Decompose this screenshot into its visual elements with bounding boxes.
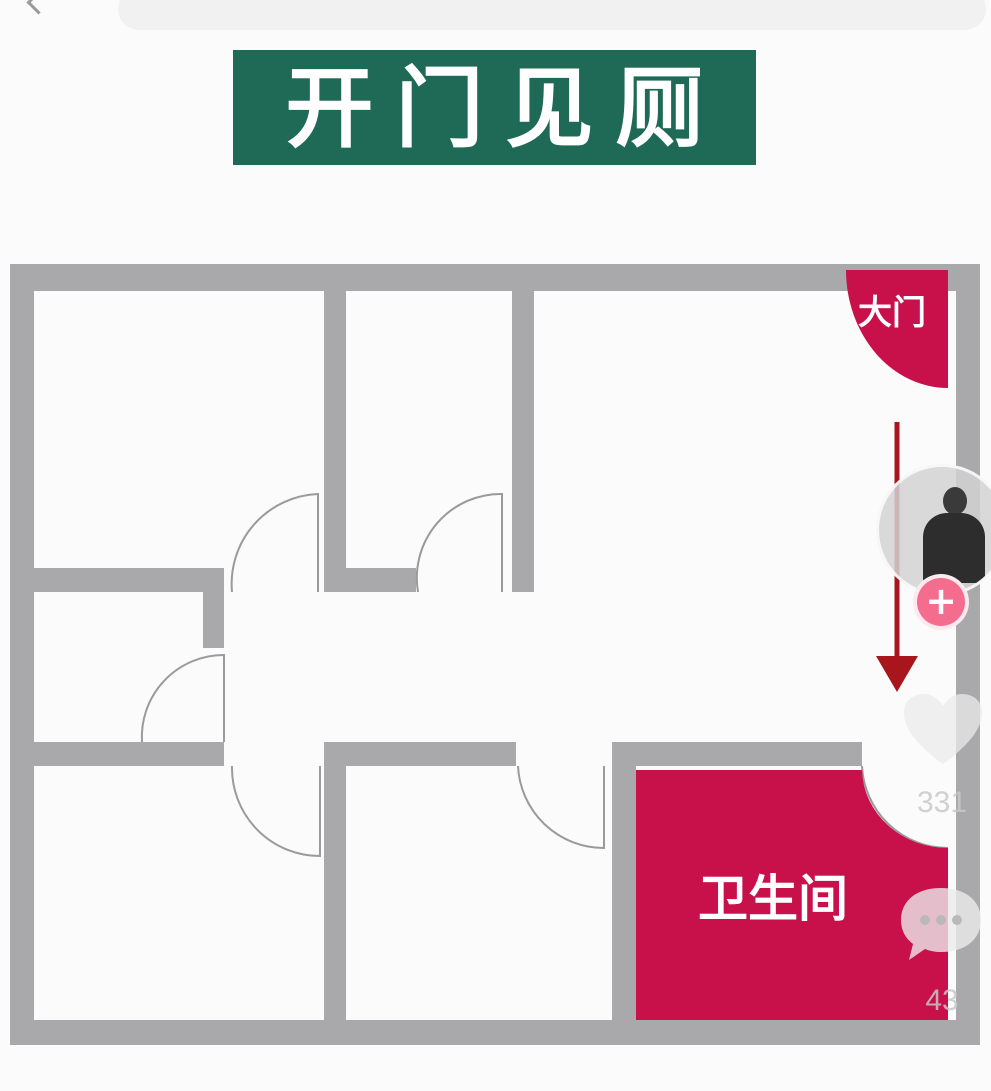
comment-dot bbox=[952, 915, 962, 925]
avatar-head bbox=[943, 487, 967, 515]
wall-segment bbox=[34, 568, 224, 592]
heart-icon[interactable] bbox=[900, 690, 986, 770]
video-screen: 开门见厕 大门 卫生间 + 331 43 bbox=[0, 0, 991, 1091]
wall-segment bbox=[34, 742, 224, 766]
avatar-body bbox=[923, 513, 985, 583]
door-arc bbox=[230, 765, 321, 858]
floor-plan: 大门 卫生间 bbox=[10, 264, 980, 1045]
comment-dot bbox=[920, 915, 930, 925]
wall-segment bbox=[324, 290, 346, 592]
wall-segment bbox=[612, 742, 636, 1022]
comment-icon[interactable] bbox=[897, 882, 985, 966]
wall-segment bbox=[203, 568, 224, 648]
door-arc bbox=[140, 653, 225, 743]
door-arc bbox=[415, 492, 503, 593]
bathroom-label: 卫生间 bbox=[698, 870, 848, 928]
heart-shape bbox=[904, 694, 982, 764]
comment-dot bbox=[936, 915, 946, 925]
wall-segment bbox=[324, 742, 516, 766]
follow-button[interactable]: + bbox=[913, 574, 969, 630]
door-arc bbox=[517, 765, 605, 850]
wall-segment bbox=[324, 568, 416, 592]
like-count: 331 bbox=[916, 786, 968, 819]
direction-arrow-head bbox=[876, 656, 918, 692]
door-arc bbox=[230, 492, 319, 593]
plus-icon: + bbox=[925, 579, 957, 623]
wall-segment bbox=[612, 742, 862, 766]
main-door-label: 大门 bbox=[858, 293, 926, 333]
comment-count: 43 bbox=[925, 984, 959, 1017]
wall-segment bbox=[324, 742, 346, 1022]
wall-segment bbox=[512, 290, 534, 592]
